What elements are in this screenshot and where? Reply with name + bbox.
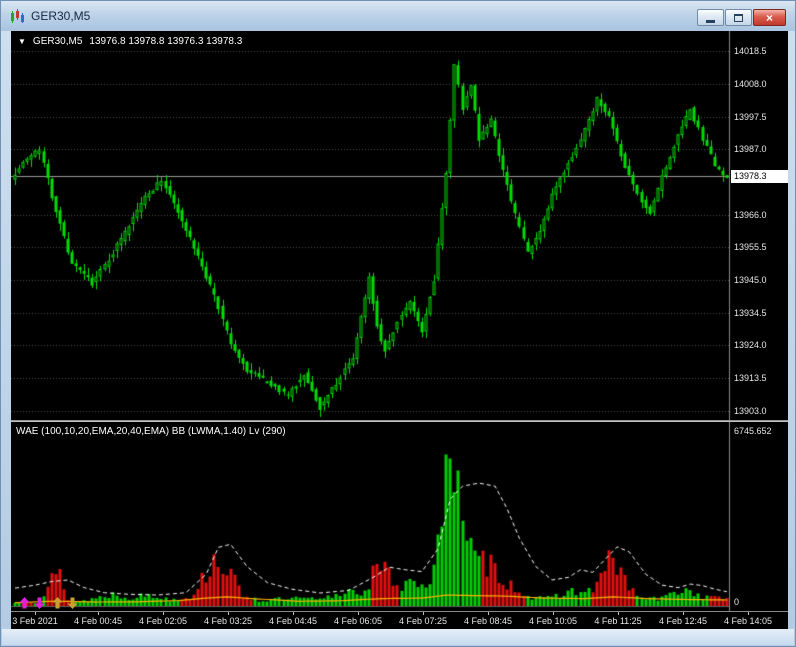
time-axis-label: 4 Feb 10:05 [528, 616, 578, 626]
time-axis-label: 4 Feb 14:05 [723, 616, 773, 626]
window-icon [11, 9, 24, 23]
price-axis-label: 13903.0 [734, 405, 767, 416]
indicator-axis-zero: 0 [734, 597, 740, 607]
time-axis-label: 3 Feb 2021 [12, 616, 58, 626]
time-axis-tick [293, 612, 294, 615]
time-axis-tick [683, 612, 684, 615]
time-axis-tick [98, 612, 99, 615]
minimize-button[interactable] [697, 9, 724, 26]
time-axis-tick [488, 612, 489, 615]
time-axis-tick [618, 612, 619, 615]
wae-arrow-down-icon [67, 597, 78, 609]
status-bar [2, 629, 794, 645]
price-axis-label: 13987.0 [734, 144, 767, 155]
indicator-canvas[interactable] [11, 422, 788, 611]
wae-arrow-up-icon [19, 597, 30, 609]
time-axis-label: 4 Feb 00:45 [73, 616, 123, 626]
maximize-button[interactable] [725, 9, 752, 26]
pane-splitter[interactable] [11, 420, 788, 422]
time-axis-tick [423, 612, 424, 615]
minimize-icon [706, 20, 715, 23]
time-axis-label: 4 Feb 02:05 [138, 616, 188, 626]
time-axis-label: 4 Feb 11:25 [594, 616, 642, 626]
time-axis-tick [553, 612, 554, 615]
price-axis-label: 13945.0 [734, 274, 767, 285]
dropdown-arrow-icon[interactable]: ▼ [18, 37, 26, 46]
price-axis-label: 13913.5 [734, 372, 767, 383]
price-axis-label: 13924.0 [734, 340, 767, 351]
chart-area: ▼ GER30,M5 13976.8 13978.8 13976.3 13978… [11, 31, 788, 629]
time-axis-label: 4 Feb 12:45 [658, 616, 708, 626]
indicator-label: WAE (100,10,20,EMA,20,40,EMA) BB (LWMA,1… [16, 426, 286, 437]
time-axis[interactable]: 3 Feb 2021 4 Feb 00:45 4 Feb 02:05 4 Feb 03… [11, 611, 788, 629]
window-title: GER30,M5 [31, 9, 91, 23]
symbol-label: GER30,M5 [32, 36, 83, 47]
title-bar[interactable]: GER30,M5 × [1, 1, 795, 31]
time-axis-tick [163, 612, 164, 615]
time-axis-label: 4 Feb 08:45 [463, 616, 513, 626]
time-axis-tick [358, 612, 359, 615]
wae-arrow-up-icon [52, 597, 63, 609]
price-axis-label: 13997.5 [734, 111, 767, 122]
main-chart-canvas[interactable] [11, 31, 788, 420]
ohlc-info-line: ▼ GER30,M5 13976.8 13978.8 13976.3 13978… [18, 36, 242, 47]
time-axis-label: 4 Feb 04:45 [268, 616, 318, 626]
indicator-axis-max: 6745.652 [734, 426, 772, 436]
mt4-chart-window: GER30,M5 × ▼ GER30,M5 13976.8 13978.8 13… [0, 0, 796, 647]
time-axis-label: 4 Feb 07:25 [398, 616, 448, 626]
bid-price-box: 13978.3 [731, 170, 788, 184]
time-axis-tick [748, 612, 749, 615]
maximize-icon [734, 13, 743, 22]
price-axis-label: 13955.5 [734, 242, 767, 253]
price-axis-label: 14008.0 [734, 78, 767, 89]
price-axis-label: 13966.0 [734, 209, 767, 220]
close-button[interactable]: × [753, 9, 786, 26]
wae-arrow-down-icon [34, 597, 45, 609]
time-axis-tick [228, 612, 229, 615]
ohlc-values: 13976.8 13978.8 13976.3 13978.3 [89, 36, 243, 47]
price-axis-label: 13934.5 [734, 307, 767, 318]
time-axis-label: 4 Feb 06:05 [333, 616, 383, 626]
price-axis-label: 14018.5 [734, 46, 767, 57]
time-axis-tick [35, 612, 36, 615]
close-icon: × [765, 10, 773, 25]
time-axis-label: 4 Feb 03:25 [203, 616, 253, 626]
